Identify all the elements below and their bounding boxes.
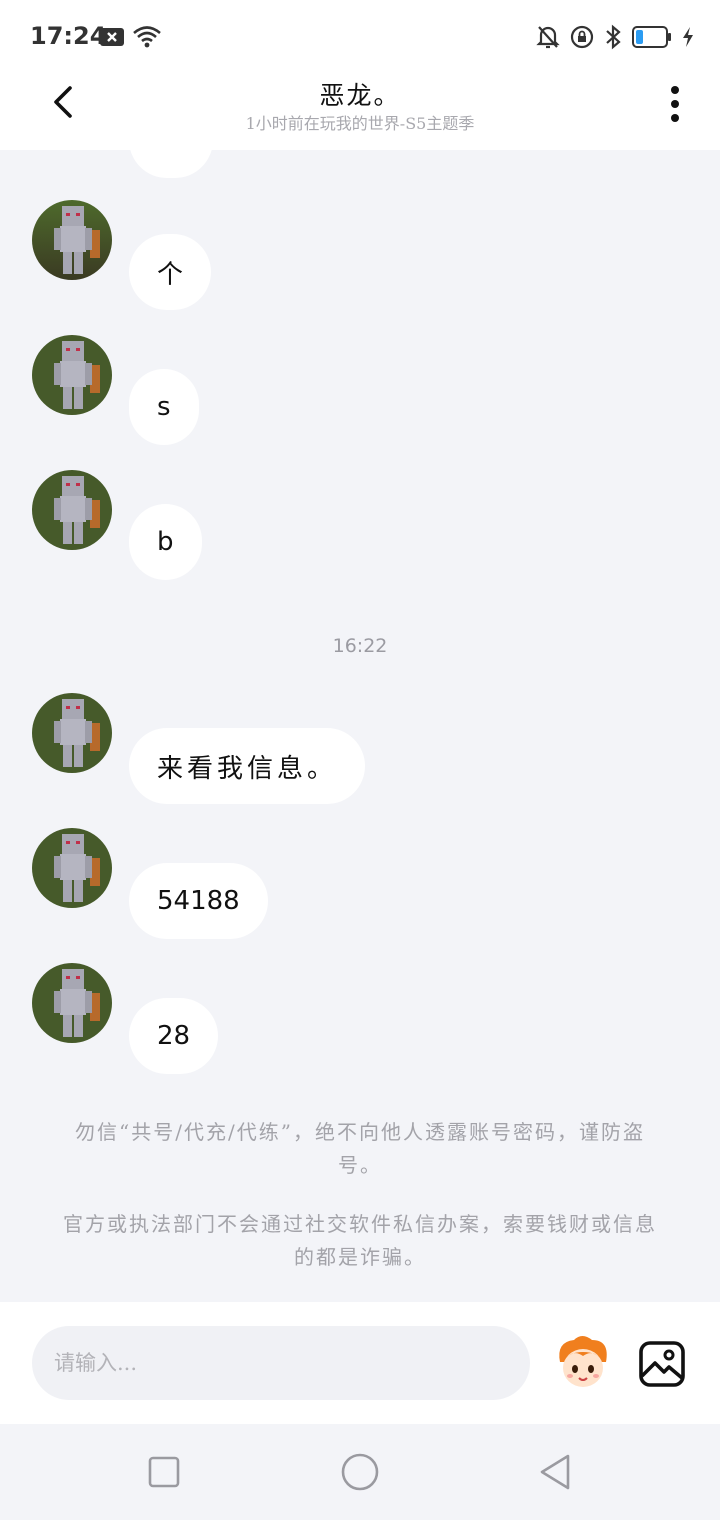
message-bubble[interactable]: s <box>129 369 199 445</box>
message-bubble[interactable]: b <box>129 504 202 580</box>
avatar[interactable] <box>32 828 112 908</box>
message-bubble[interactable]: 个 <box>129 234 212 310</box>
image-picker-button[interactable] <box>638 1340 686 1388</box>
message-text: 来看我信息。 <box>157 753 338 784</box>
message-bubble-partial[interactable] <box>129 150 213 178</box>
message-bubble[interactable]: 来看我信息。 <box>129 728 366 804</box>
avatar-minecraft-skin-image <box>32 470 112 550</box>
avatar-minecraft-skin-image <box>32 693 112 773</box>
more-options-button[interactable] <box>660 82 690 126</box>
battery-icon <box>632 26 672 52</box>
bluetooth-icon <box>604 24 622 54</box>
circle-icon <box>341 1453 379 1491</box>
message-input[interactable] <box>32 1326 530 1400</box>
avatar-minecraft-skin-image <box>32 335 112 415</box>
message-text: 个 <box>157 259 184 290</box>
message-timestamp: 16:22 <box>332 635 388 657</box>
back-nav-button[interactable] <box>536 1452 576 1492</box>
message-text: b <box>157 527 174 557</box>
message-text: 28 <box>157 1021 191 1051</box>
emoji-mascot-icon <box>559 1336 607 1387</box>
avatar-minecraft-skin-image <box>32 828 112 908</box>
anti-fraud-notice: 勿信“共号/代充/代练”，绝不向他人透露账号密码，谨防盗号。 <box>75 1120 645 1177</box>
avatar[interactable] <box>32 200 112 280</box>
status-time: 17:24 <box>30 22 107 50</box>
system-navigation-bar <box>0 1424 720 1520</box>
more-vertical-icon <box>671 86 679 122</box>
status-bar: 17:24 <box>0 0 720 72</box>
contact-name: 恶龙。 <box>319 81 401 110</box>
avatar-minecraft-skin-image <box>32 963 112 1043</box>
square-icon <box>148 1456 180 1488</box>
avatar[interactable] <box>32 693 112 773</box>
recent-apps-button[interactable] <box>144 1452 184 1492</box>
avatar[interactable] <box>32 963 112 1043</box>
avatar[interactable] <box>32 335 112 415</box>
message-list[interactable]: 个 s b 16:22 来看我信息。 54188 28 勿信“共号/代充/代练”… <box>0 150 720 1300</box>
avatar-minecraft-skin-image <box>32 200 112 280</box>
contact-activity-status: 1小时前在玩我的世界-S5主题季 <box>245 114 475 133</box>
avatar[interactable] <box>32 470 112 550</box>
wifi-icon <box>132 25 162 53</box>
message-text: 54188 <box>157 886 240 916</box>
emoji-button[interactable] <box>552 1332 614 1394</box>
charging-icon <box>682 26 694 52</box>
anti-fraud-notice: 官方或执法部门不会通过社交软件私信办案，索要钱财或信息的都是诈骗。 <box>63 1212 657 1269</box>
chat-header: 恶龙。 1小时前在玩我的世界-S5主题季 <box>0 72 720 150</box>
message-bubble[interactable]: 28 <box>129 998 219 1074</box>
message-text: s <box>157 392 171 422</box>
sim-x-icon <box>100 27 124 51</box>
message-input-bar <box>0 1302 720 1424</box>
image-icon <box>639 1341 685 1387</box>
message-bubble[interactable]: 54188 <box>129 863 268 939</box>
mute-bell-icon <box>536 24 560 54</box>
home-button[interactable] <box>340 1452 380 1492</box>
triangle-back-icon <box>540 1454 570 1490</box>
rotation-lock-icon <box>570 25 594 53</box>
